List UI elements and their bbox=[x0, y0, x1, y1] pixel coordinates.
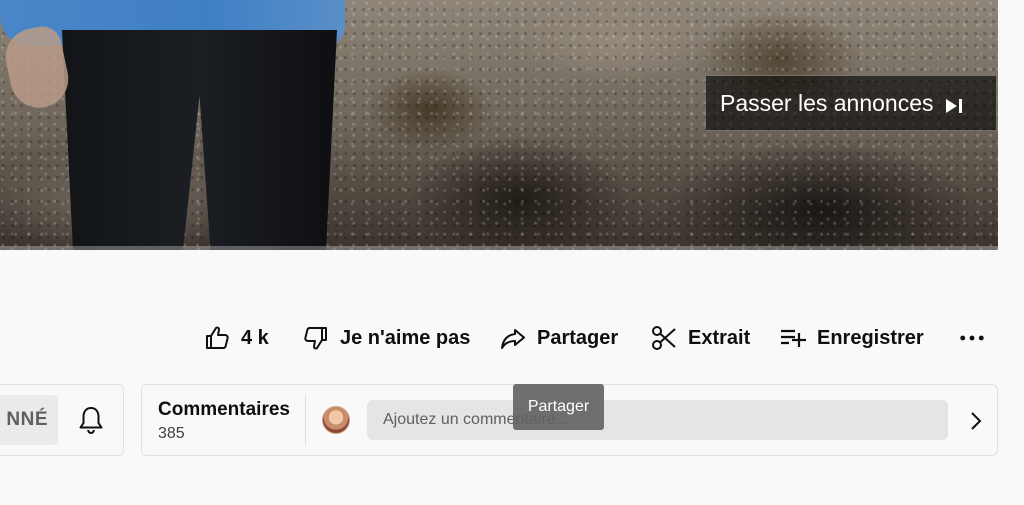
skip-ads-label: Passer les annonces bbox=[720, 89, 934, 116]
skip-ads-button[interactable]: Passer les annonces bbox=[705, 75, 997, 131]
video-actions-bar: 4 k Je n'aime pas Partager Extrait Enreg… bbox=[0, 320, 1024, 356]
video-progress-bar[interactable] bbox=[0, 246, 998, 250]
like-count: 4 k bbox=[241, 326, 269, 349]
chevron-right-icon[interactable] bbox=[968, 409, 984, 433]
comments-title: Commentaires bbox=[158, 399, 290, 420]
thumb-up-icon bbox=[206, 326, 229, 349]
share-tooltip: Partager bbox=[513, 384, 604, 430]
share-icon bbox=[501, 329, 525, 349]
more-horiz-icon bbox=[960, 335, 984, 341]
bell-icon[interactable] bbox=[77, 405, 105, 435]
subscription-card: NNÉ bbox=[0, 384, 124, 456]
save-label: Enregistrer bbox=[817, 326, 924, 349]
scissors-icon bbox=[652, 326, 676, 350]
subscribed-button[interactable]: NNÉ bbox=[0, 395, 58, 445]
clip-label: Extrait bbox=[688, 326, 751, 349]
avatar bbox=[322, 406, 350, 434]
skip-next-icon bbox=[944, 94, 964, 113]
thumb-down-icon bbox=[304, 327, 327, 350]
share-button[interactable]: Partager bbox=[499, 320, 618, 356]
video-player[interactable]: Passer les annonces bbox=[0, 0, 998, 250]
page: Passer les annonces 4 k Je n'aime pas Pa… bbox=[0, 0, 1024, 505]
dislike-label: Je n'aime pas bbox=[340, 326, 471, 349]
clip-button[interactable]: Extrait bbox=[650, 320, 750, 356]
save-button[interactable]: Enregistrer bbox=[779, 320, 924, 356]
like-button[interactable]: 4 k bbox=[203, 320, 269, 356]
comments-divider bbox=[305, 395, 306, 445]
dislike-button[interactable]: Je n'aime pas bbox=[302, 320, 470, 356]
comment-input[interactable]: Ajoutez un commentaire... bbox=[367, 400, 948, 440]
more-actions-button[interactable] bbox=[958, 320, 986, 356]
playlist-add-icon bbox=[781, 329, 806, 347]
comments-count: 385 bbox=[158, 425, 185, 442]
share-label: Partager bbox=[537, 326, 619, 349]
subscribed-label: NNÉ bbox=[6, 409, 48, 430]
